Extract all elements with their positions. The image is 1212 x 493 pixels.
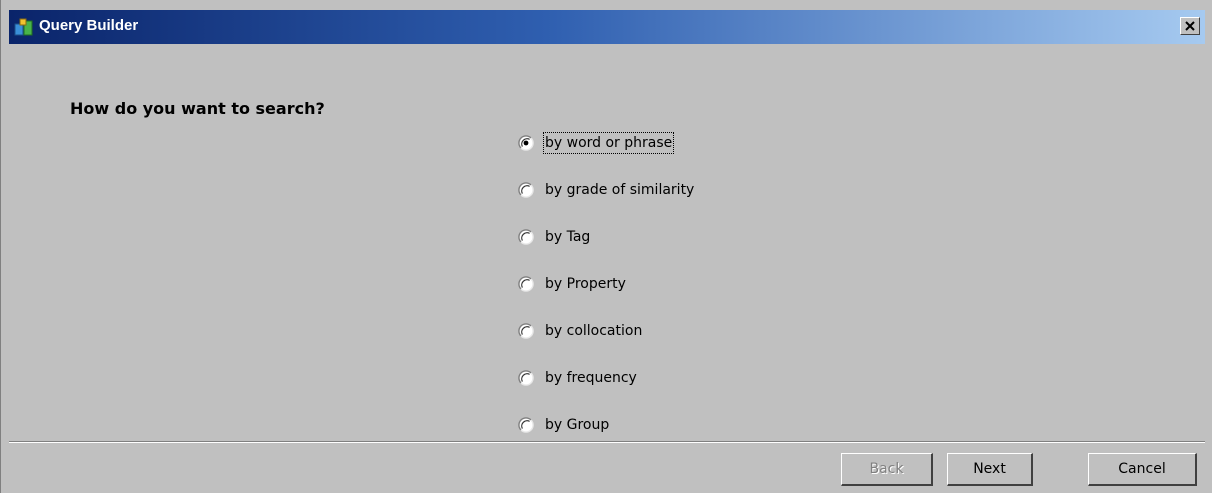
option-label: by grade of similarity [545,182,695,198]
title-bar[interactable]: Query Builder [9,10,1205,44]
radio-button-selected[interactable] [518,135,534,151]
window-title: Query Builder [39,17,139,34]
radio-button[interactable] [518,182,534,198]
close-button[interactable] [1180,17,1200,35]
option-label: by Property [545,276,626,292]
option-frequency[interactable]: by frequency [518,368,918,415]
radio-button[interactable] [518,370,534,386]
search-question: How do you want to search? [70,99,325,118]
option-label: by collocation [545,323,643,339]
option-label: by Tag [545,229,591,245]
close-icon [1185,21,1195,31]
option-collocation[interactable]: by collocation [518,321,918,368]
radio-button[interactable] [518,229,534,245]
option-grade-of-similarity[interactable]: by grade of similarity [518,180,918,227]
app-icon [14,18,34,36]
radio-button[interactable] [518,323,534,339]
option-label: by word or phrase [542,132,675,154]
search-mode-radio-group: by word or phrase by grade of similarity… [518,132,918,462]
option-label: by Group [545,417,610,433]
query-builder-window: Query Builder How do you want to search?… [0,0,1212,493]
next-button[interactable]: Next [947,453,1033,486]
radio-button[interactable] [518,276,534,292]
cancel-button[interactable]: Cancel [1088,453,1197,486]
option-property[interactable]: by Property [518,274,918,321]
option-tag[interactable]: by Tag [518,227,918,274]
radio-button[interactable] [518,417,534,433]
option-label: by frequency [545,370,637,386]
footer-divider [9,441,1205,443]
option-word-or-phrase[interactable]: by word or phrase [518,132,918,180]
back-button[interactable]: Back [841,453,933,486]
